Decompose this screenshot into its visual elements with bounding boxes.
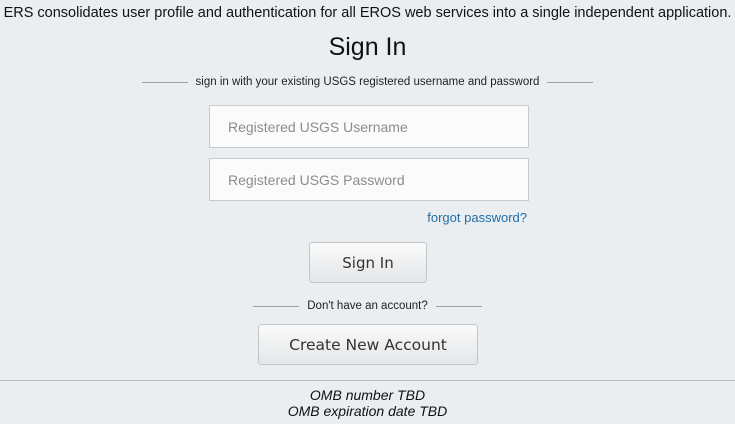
forgot-password-link[interactable]: forgot password? xyxy=(427,210,527,225)
omb-expiration: OMB expiration date TBD xyxy=(287,403,448,419)
account-divider-text: Don't have an account? xyxy=(307,300,428,312)
divider-line-right xyxy=(435,305,482,307)
omb-number: OMB number TBD xyxy=(309,387,426,403)
intro-text: ERS consolidates user profile and authen… xyxy=(3,5,732,21)
signin-divider: sign in with your existing USGS register… xyxy=(0,76,735,88)
footer-divider xyxy=(0,380,735,381)
account-divider: Don't have an account? xyxy=(0,300,735,312)
signin-divider-text: sign in with your existing USGS register… xyxy=(195,76,540,88)
sign-in-page: ERS consolidates user profile and authen… xyxy=(0,0,735,424)
footer: OMB number TBD OMB expiration date TBD xyxy=(0,387,735,419)
divider-line-right xyxy=(547,81,594,83)
divider-line-left xyxy=(253,305,300,307)
username-input[interactable] xyxy=(209,105,529,148)
password-input[interactable] xyxy=(209,158,529,201)
divider-line-left xyxy=(141,81,188,83)
sign-in-button[interactable]: Sign In xyxy=(309,242,427,283)
page-title: Sign In xyxy=(328,33,407,61)
create-account-button[interactable]: Create New Account xyxy=(258,324,478,365)
